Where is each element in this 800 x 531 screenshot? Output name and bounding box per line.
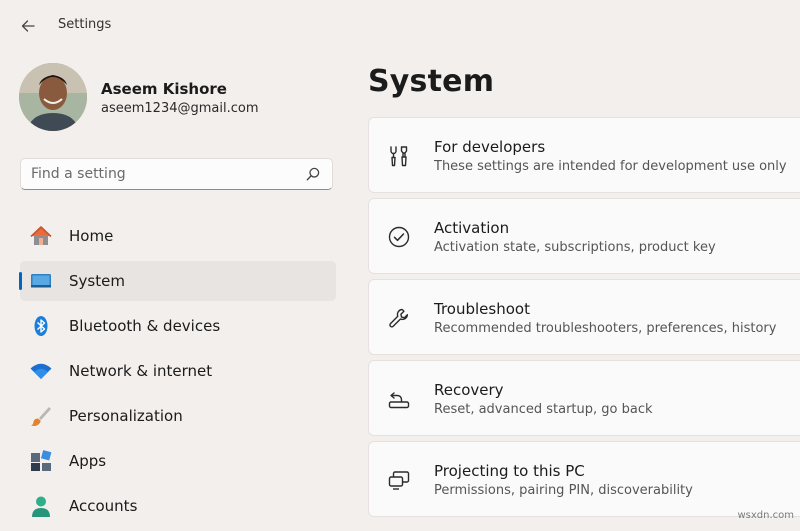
selection-indicator [19, 272, 22, 290]
back-arrow-icon [21, 20, 35, 32]
card-recovery[interactable]: Recovery Reset, advanced startup, go bac… [368, 360, 800, 436]
sidebar-item-label: Network & internet [69, 362, 213, 380]
search-box [20, 158, 333, 190]
wrench-icon [389, 308, 409, 328]
sidebar-item-accounts[interactable]: Accounts [20, 486, 336, 526]
check-circle-icon [388, 226, 410, 248]
sidebar-item-bluetooth-devices[interactable]: Bluetooth & devices [20, 306, 336, 346]
sidebar-item-label: Personalization [69, 407, 183, 425]
card-description: Recommended troubleshooters, preferences… [434, 321, 777, 336]
card-title: For developers [434, 138, 546, 156]
home-icon [30, 226, 52, 245]
sidebar-item-network-internet[interactable]: Network & internet [20, 351, 336, 391]
sidebar-item-label: Home [69, 227, 114, 245]
sidebar-item-label: Bluetooth & devices [69, 317, 221, 335]
card-title: Projecting to this PC [434, 462, 585, 480]
sidebar-item-apps[interactable]: Apps [20, 441, 336, 481]
user-email: aseem1234@gmail.com [101, 101, 259, 116]
brush-icon [31, 407, 51, 426]
user-name: Aseem Kishore [101, 80, 227, 98]
sidebar-item-label: Accounts [69, 497, 138, 515]
title-bar: Settings [0, 0, 800, 50]
user-photo-icon [19, 63, 87, 131]
accounts-icon [32, 496, 50, 517]
sidebar-item-label: Apps [69, 452, 107, 470]
sidebar-item-system[interactable]: System [19, 261, 336, 301]
card-activation[interactable]: Activation Activation state, subscriptio… [368, 198, 800, 274]
apps-icon [31, 450, 52, 471]
sidebar-item-label: System [69, 272, 125, 290]
card-title: Troubleshoot [434, 300, 530, 318]
card-title: Activation [434, 219, 510, 237]
sidebar-item-home[interactable]: Home [20, 216, 336, 256]
recovery-icon [388, 392, 410, 409]
search-input[interactable] [31, 159, 301, 189]
projecting-icon [388, 471, 410, 490]
developer-tools-icon [390, 146, 408, 167]
card-description: Activation state, subscriptions, product… [434, 240, 716, 255]
app-title: Settings [58, 17, 112, 32]
card-for-developers[interactable]: For developers These settings are intend… [368, 117, 800, 193]
card-description: Reset, advanced startup, go back [434, 402, 653, 417]
avatar[interactable] [19, 63, 87, 131]
card-description: Permissions, pairing PIN, discoverabilit… [434, 483, 693, 498]
card-title: Recovery [434, 381, 504, 399]
card-troubleshoot[interactable]: Troubleshoot Recommended troubleshooters… [368, 279, 800, 355]
bluetooth-icon [34, 316, 48, 336]
watermark: wsxdn.com [737, 510, 794, 521]
system-icon [31, 274, 51, 288]
wifi-icon [30, 363, 52, 379]
sidebar-nav: Home System Bluetooth & devices Network [19, 216, 336, 531]
sidebar: Aseem Kishore aseem1234@gmail.com Home [0, 50, 350, 525]
main-content: System For developers These settings are… [350, 50, 800, 525]
search-icon[interactable] [306, 167, 320, 181]
back-button[interactable] [17, 15, 39, 37]
card-projecting-to-this-pc[interactable]: Projecting to this PC Permissions, pairi… [368, 441, 800, 517]
sidebar-item-personalization[interactable]: Personalization [20, 396, 336, 436]
card-description: These settings are intended for developm… [434, 159, 787, 174]
page-title: System [368, 64, 495, 99]
